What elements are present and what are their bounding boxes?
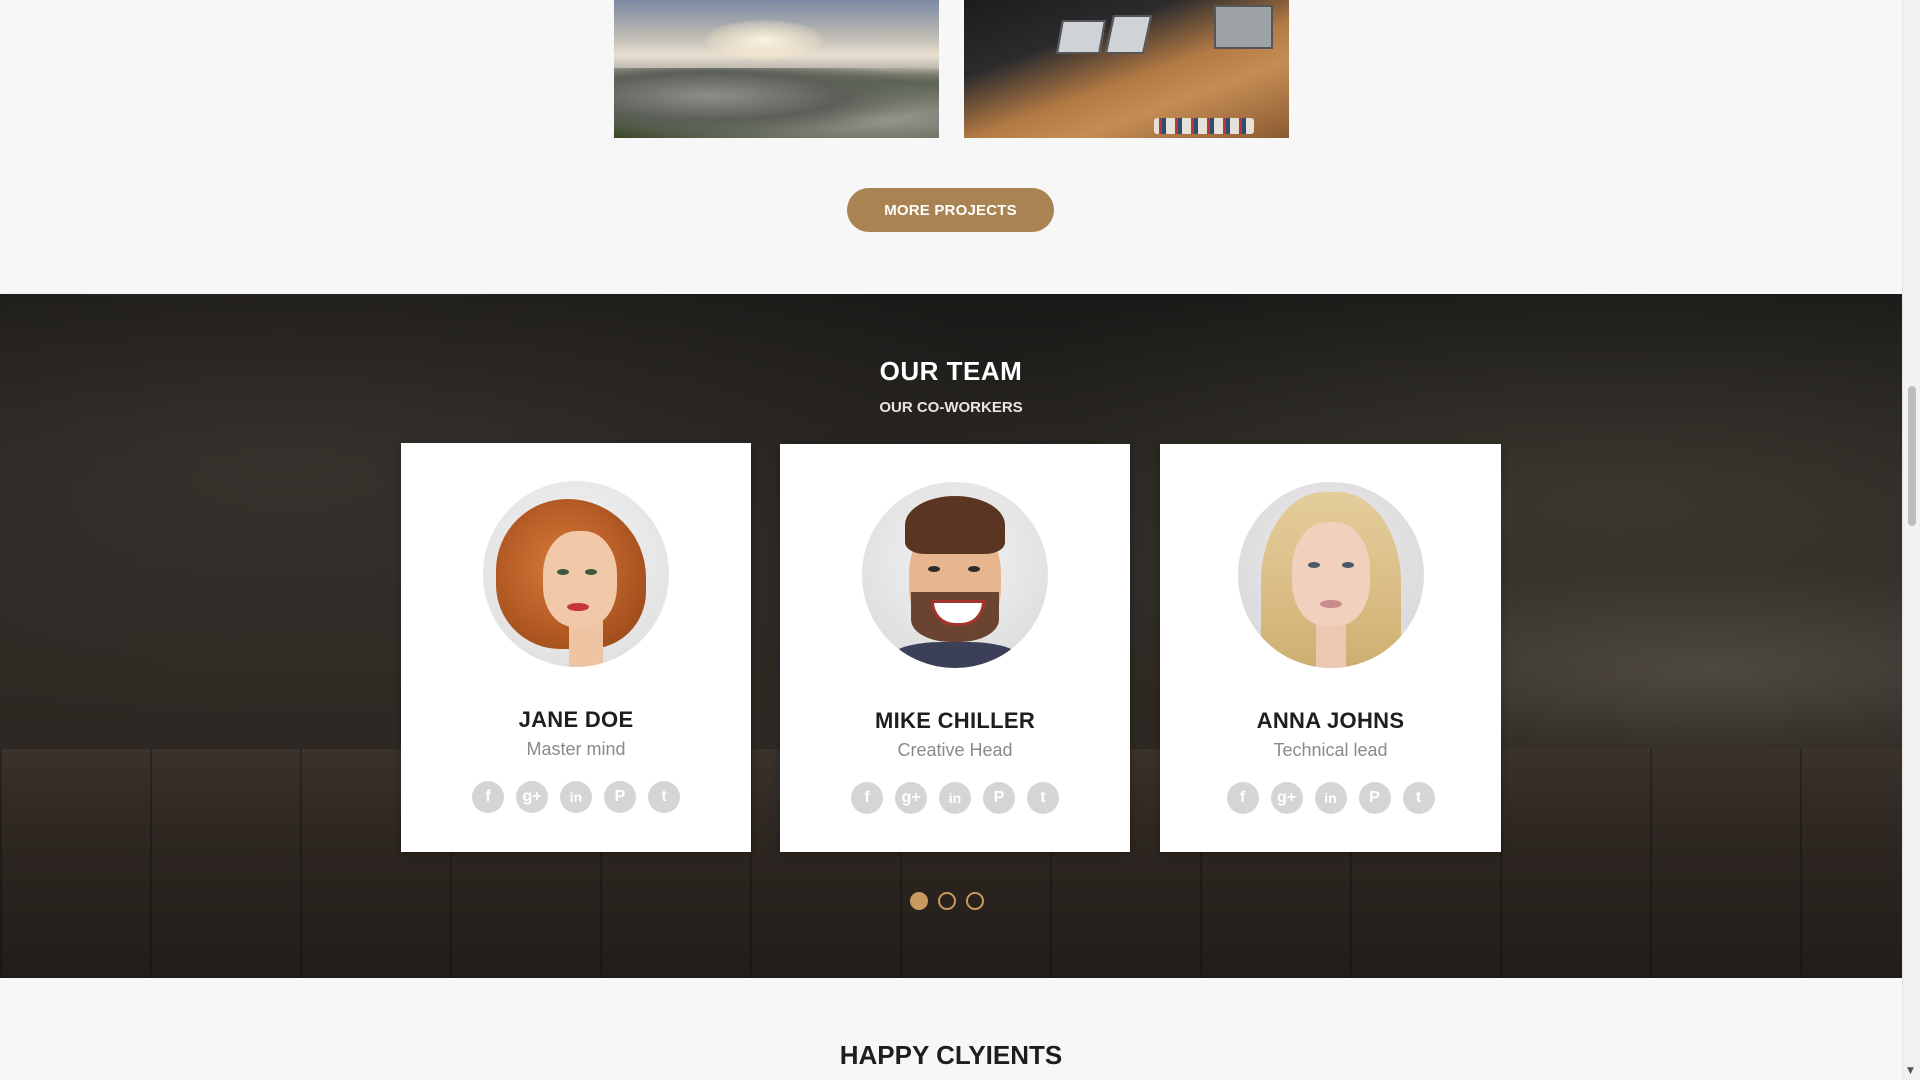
scroll-down-arrow-icon[interactable]: ▼ (1907, 1066, 1914, 1076)
social-links: f g+ in P t (1160, 782, 1501, 814)
project-image-office[interactable] (964, 0, 1289, 138)
pinterest-icon[interactable]: P (983, 782, 1015, 814)
team-section: OUR TEAM OUR CO-WORKERS JANE DOE Master … (0, 294, 1902, 978)
twitter-icon[interactable]: t (1027, 782, 1059, 814)
facebook-icon[interactable]: f (472, 781, 504, 813)
project-image-mountain[interactable] (614, 0, 939, 138)
eye (968, 566, 980, 572)
member-name: JANE DOE (518, 707, 634, 732)
carousel-pagination (910, 892, 984, 910)
linkedin-icon[interactable]: in (1314, 782, 1347, 814)
linkedin-icon[interactable]: in (939, 782, 971, 814)
carousel-dot-2[interactable] (938, 892, 956, 910)
twitter-icon[interactable]: t (1402, 782, 1435, 814)
rocks (614, 68, 939, 138)
pinterest-icon[interactable]: P (1358, 782, 1391, 814)
team-card-jane-doe: JANE DOE Master mind f g+ in P t (401, 443, 751, 852)
desk-items (1154, 118, 1254, 134)
pinterest-icon[interactable]: P (604, 781, 636, 813)
hair (905, 496, 1005, 554)
face (543, 531, 617, 627)
laptop-shape (1104, 15, 1153, 54)
page-scrollbar[interactable]: ▼ (1902, 0, 1920, 1080)
projects-section: MORE PROJECTS (0, 0, 1902, 294)
social-links: f g+ in P t (780, 782, 1130, 814)
member-role: Technical lead (1273, 740, 1388, 760)
lips (567, 603, 589, 611)
face (1291, 522, 1370, 626)
more-projects-button[interactable]: MORE PROJECTS (847, 188, 1054, 232)
clients-section: HAPPY CLYIENTS (0, 978, 1902, 1080)
social-links: f g+ in P t (401, 781, 751, 813)
neck (569, 621, 603, 667)
team-card-mike-chiller: MIKE CHILLER Creative Head f g+ in P t (780, 444, 1130, 852)
member-role: Master mind (526, 739, 626, 759)
member-name: ANNA JOHNS (1256, 708, 1405, 733)
member-name: MIKE CHILLER (874, 708, 1036, 733)
eye (585, 569, 597, 575)
facebook-icon[interactable]: f (1226, 782, 1259, 814)
laptop-shape (1056, 20, 1106, 54)
twitter-icon[interactable]: t (648, 781, 680, 813)
carousel-dot-1[interactable] (910, 892, 928, 910)
facebook-icon[interactable]: f (851, 782, 883, 814)
linkedin-icon[interactable]: in (560, 781, 592, 813)
page: MORE PROJECTS OUR TEAM OUR CO-WORKERS JA… (0, 0, 1902, 1080)
lips (1319, 600, 1342, 608)
eye (928, 566, 940, 572)
google-plus-icon[interactable]: g+ (516, 781, 548, 813)
eye (1307, 562, 1320, 568)
clients-title: HAPPY CLYIENTS (839, 1040, 1063, 1070)
shirt (890, 642, 1020, 668)
avatar (483, 481, 669, 667)
laptop-shape (1214, 5, 1273, 49)
eye (1341, 562, 1354, 568)
sun-glow (704, 20, 824, 60)
avatar (1237, 482, 1424, 668)
avatar (862, 482, 1048, 668)
carousel-dot-3[interactable] (966, 892, 984, 910)
scrollbar-thumb[interactable] (1908, 386, 1916, 526)
google-plus-icon[interactable]: g+ (1270, 782, 1303, 814)
team-subtitle: OUR CO-WORKERS (879, 399, 1023, 416)
member-role: Creative Head (897, 740, 1013, 760)
google-plus-icon[interactable]: g+ (895, 782, 927, 814)
eye (557, 569, 569, 575)
team-card-anna-johns: ANNA JOHNS Technical lead f g+ in P t (1160, 444, 1501, 852)
team-title: OUR TEAM (879, 356, 1023, 386)
